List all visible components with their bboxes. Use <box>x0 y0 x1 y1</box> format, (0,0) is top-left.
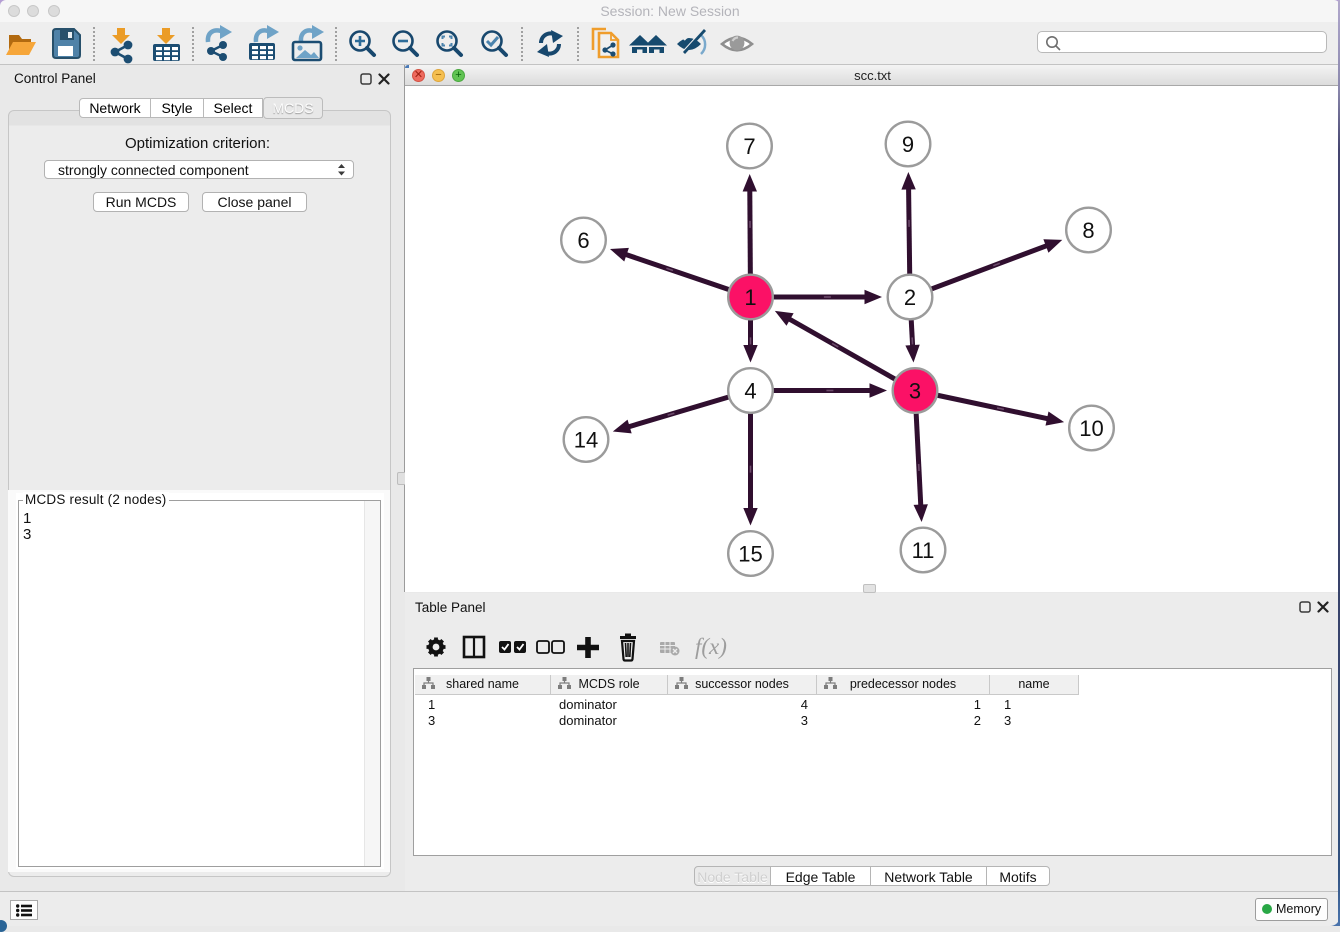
svg-text:9: 9 <box>902 132 914 157</box>
svg-text:7: 7 <box>743 134 755 159</box>
svg-text:11: 11 <box>912 538 935 563</box>
svg-text:14: 14 <box>574 428 598 453</box>
svg-text:6: 6 <box>577 228 589 253</box>
svg-text:8: 8 <box>1082 218 1094 243</box>
svg-text:1: 1 <box>744 285 756 310</box>
svg-text:10: 10 <box>1079 416 1103 441</box>
svg-text:15: 15 <box>738 542 762 567</box>
svg-text:f(x): f(x) <box>695 634 727 659</box>
svg-text:3: 3 <box>909 379 921 404</box>
svg-text:2: 2 <box>904 285 916 310</box>
svg-text:4: 4 <box>744 379 756 404</box>
